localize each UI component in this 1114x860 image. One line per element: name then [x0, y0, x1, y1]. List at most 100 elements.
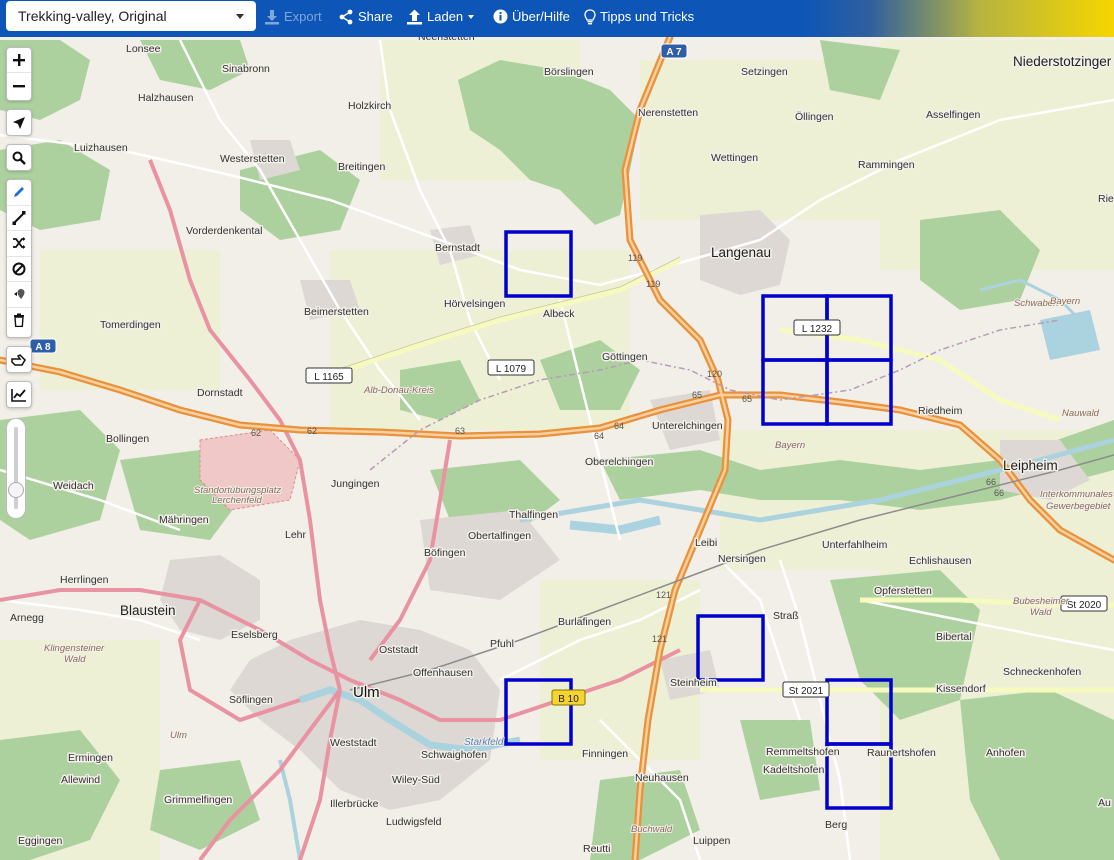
routing-point-control: [6, 346, 32, 373]
label-arnegg: Arnegg: [10, 612, 44, 624]
label-bayern-south: Bayern: [775, 440, 805, 451]
label-nauwald: Nauwald: [1062, 408, 1100, 419]
label-breitingen: Breitingen: [338, 161, 385, 173]
zoom-in-button[interactable]: [7, 48, 31, 73]
label-starkfeld: Starkfeld: [464, 737, 504, 748]
shuffle-icon: [13, 237, 26, 250]
label-ermingen: Ermingen: [68, 752, 113, 764]
upload-icon: [407, 9, 422, 24]
label-jungingen: Jungingen: [331, 478, 380, 490]
label-blaustein: Blaustein: [120, 603, 176, 618]
label-ulm: Ulm: [353, 684, 380, 701]
label-nersingen: Nersingen: [718, 553, 766, 565]
label-setzingen: Setzingen: [741, 66, 788, 78]
label-vorderdenkental: Vorderdenkental: [186, 225, 262, 237]
label-niederstotzingen: Niederstotzinger: [1013, 54, 1112, 69]
label-bubesheimer: Bubesheimer: [1013, 596, 1070, 607]
label-kadeltshofen: Kadeltshofen: [763, 764, 824, 776]
reverse-route-button[interactable]: [7, 231, 31, 257]
label-ulm-forest: Ulm: [170, 730, 187, 741]
label-burlafingen: Burlafingen: [558, 616, 611, 628]
label-halzhausen: Halzhausen: [138, 92, 194, 104]
share-label: Share: [358, 9, 393, 24]
label-soeflingen: Söflingen: [229, 694, 273, 706]
profile-select-value: Trekking-valley, Original: [18, 8, 167, 24]
hand-pointer-icon: [11, 353, 26, 366]
draw-route-button[interactable]: [7, 180, 31, 206]
label-offenhausen: Offenhausen: [413, 667, 473, 679]
label-westerstetten: Westerstetten: [220, 153, 285, 165]
about-button[interactable]: Über/Hilfe: [493, 0, 570, 33]
locate-control: [6, 109, 32, 136]
label-remmeltshofen: Remmeltshofen: [766, 746, 840, 758]
label-langenau: Langenau: [711, 245, 771, 260]
label-bubesheimer-wald: Wald: [1030, 607, 1052, 618]
svg-text:L 1232: L 1232: [802, 324, 833, 335]
label-schneckenhofen: Schneckenhofen: [1003, 666, 1081, 678]
pois-button[interactable]: [7, 282, 31, 308]
svg-text:A 8: A 8: [35, 342, 51, 353]
label-asselfingen: Asselfingen: [926, 109, 980, 121]
label-maehringen: Mähringen: [159, 514, 209, 526]
export-button[interactable]: Export: [264, 0, 322, 33]
label-luippen: Luippen: [693, 835, 731, 847]
label-eselsberg: Eselsberg: [231, 629, 278, 641]
map-canvas[interactable]: A 7 A 8 L 1165 L 1079 L 1232 St 2020 St …: [0, 0, 1114, 860]
load-menu[interactable]: Laden: [406, 0, 475, 33]
plus-icon: [13, 54, 25, 66]
share-button[interactable]: Share: [338, 0, 393, 33]
label-berg: Berg: [825, 819, 847, 831]
label-strass: Straß: [773, 610, 799, 622]
label-oststadt: Oststadt: [379, 644, 418, 656]
straight-line-button[interactable]: [7, 206, 31, 231]
label-steinheim: Steinheim: [670, 677, 717, 689]
label-beimerstetten: Beimerstetten: [304, 306, 369, 318]
slider-handle[interactable]: [8, 481, 24, 498]
label-klingensteiner: Klingensteiner: [44, 643, 105, 654]
label-holzkirch: Holzkirch: [348, 100, 391, 112]
svg-text:L 1079: L 1079: [496, 364, 527, 375]
label-leibi: Leibi: [695, 537, 717, 549]
map-svg[interactable]: A 7 A 8 L 1165 L 1079 L 1232 St 2020 St …: [0, 0, 1114, 860]
tips-button[interactable]: Tipps und Tricks: [584, 0, 694, 33]
label-echlishausen: Echlishausen: [909, 555, 972, 567]
draw-controls: [6, 179, 32, 338]
svg-text:65: 65: [742, 394, 752, 404]
chevron-down-icon: [468, 14, 475, 19]
search-button[interactable]: [7, 145, 31, 170]
map-marker-icon: [14, 289, 25, 300]
label-neuhausen: Neuhausen: [635, 772, 689, 784]
svg-text:119: 119: [628, 253, 642, 263]
label-unterfahlheim: Unterfahlheim: [822, 539, 888, 551]
elevation-profile-button[interactable]: [7, 382, 31, 407]
label-kissendorf: Kissendorf: [936, 683, 986, 695]
opacity-slider[interactable]: [6, 418, 26, 519]
svg-text:62: 62: [307, 426, 317, 436]
label-thalfingen: Thalfingen: [509, 509, 558, 521]
routing-point-button[interactable]: [7, 347, 31, 372]
info-icon: [493, 9, 508, 24]
svg-text:St 2020: St 2020: [1067, 600, 1102, 611]
label-riedheim: Riedheim: [918, 405, 963, 417]
label-gewerbegebiet: Gewerbegebiet: [1046, 501, 1111, 512]
label-finningen: Finningen: [582, 748, 628, 760]
label-hoervelsingen: Hörvelsingen: [444, 298, 505, 310]
label-bollingen: Bollingen: [106, 433, 149, 445]
delete-route-button[interactable]: [7, 308, 31, 334]
label-klingensteiner-wald: Wald: [64, 654, 86, 665]
label-bibertal: Bibertal: [936, 631, 972, 643]
label-ludwigsfeld: Ludwigsfeld: [386, 816, 442, 828]
svg-text:B 10: B 10: [558, 694, 579, 705]
label-wettingen: Wettingen: [711, 152, 758, 164]
svg-text:A 7: A 7: [666, 47, 682, 58]
zoom-out-button[interactable]: [7, 73, 31, 98]
svg-text:66: 66: [994, 488, 1004, 498]
label-albeck: Albeck: [543, 308, 575, 320]
profile-select[interactable]: Trekking-valley, Original: [6, 1, 256, 31]
locate-button[interactable]: [7, 110, 31, 135]
shield-b10: B 10: [551, 689, 586, 706]
no-go-areas-button[interactable]: [7, 257, 31, 282]
line-segment-icon: [12, 210, 26, 225]
svg-text:121: 121: [656, 590, 671, 600]
svg-text:St 2021: St 2021: [789, 686, 824, 697]
